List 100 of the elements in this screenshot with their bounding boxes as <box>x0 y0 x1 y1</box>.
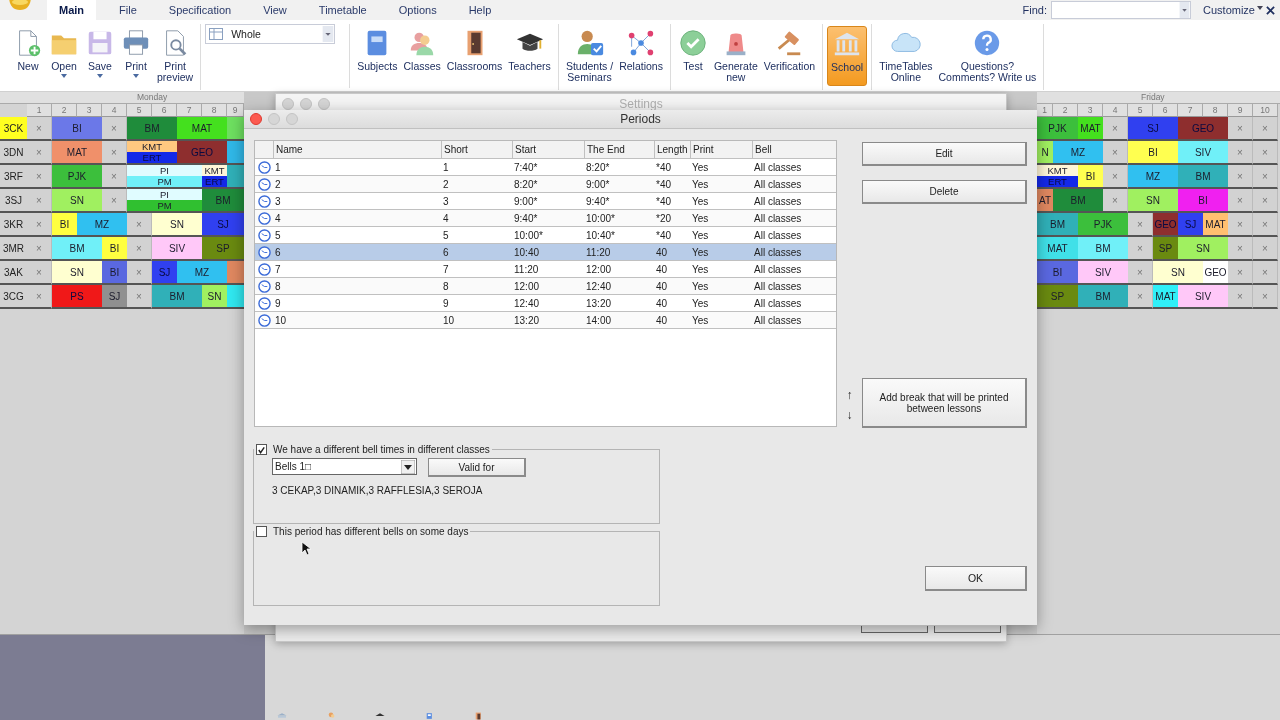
lesson-card[interactable]: MZ <box>77 213 127 237</box>
toolbar-button[interactable]: Print preview <box>154 26 197 86</box>
toolbar-button[interactable]: Relations <box>616 26 666 86</box>
caret-icon[interactable] <box>61 74 67 78</box>
lesson-card[interactable]: SN <box>1178 237 1228 261</box>
lesson-card[interactable]: SIV <box>1178 285 1228 309</box>
lesson-card[interactable] <box>227 285 244 309</box>
lesson-card[interactable]: MAT <box>1078 117 1103 141</box>
lesson-card[interactable]: MZ <box>1053 141 1103 165</box>
lesson-card[interactable]: BI <box>1178 189 1228 213</box>
lesson-card[interactable]: GEO <box>1203 261 1228 285</box>
lesson-card[interactable]: SIV <box>1178 141 1228 165</box>
lesson-card[interactable]: MZ <box>177 261 227 285</box>
column-header[interactable]: The End <box>584 141 654 158</box>
toolbar-button[interactable]: Questions? Comments? Write us <box>935 26 1040 86</box>
lesson-card[interactable]: KMT <box>202 165 227 176</box>
toolbar-button[interactable]: Students / Seminars <box>562 26 617 86</box>
table-row[interactable]: 10 10 13:20 14:00 40 Yes All classes <box>255 312 836 329</box>
lesson-card[interactable] <box>227 165 244 189</box>
lesson-card[interactable]: SN <box>52 261 102 285</box>
lesson-card[interactable]: BI <box>102 237 127 261</box>
lesson-card[interactable]: SN <box>152 213 202 237</box>
toolbar-button[interactable]: School <box>827 26 868 86</box>
dialog-button[interactable] <box>934 626 1001 633</box>
menu-tab[interactable]: Main <box>47 0 97 20</box>
dialog-button[interactable]: Edit <box>862 142 1027 166</box>
lesson-card[interactable]: SP <box>1153 237 1178 261</box>
lesson-card[interactable]: SN <box>1128 189 1178 213</box>
caret-icon[interactable] <box>97 74 103 78</box>
bells-dropdown[interactable]: Bells 1□ <box>272 458 417 475</box>
lesson-card[interactable]: BI <box>1078 165 1103 189</box>
menu-tab[interactable]: Options <box>389 0 446 20</box>
table-row[interactable]: 6 6 10:40 11:20 40 Yes All classes <box>255 244 836 261</box>
close-icon[interactable] <box>1266 5 1275 15</box>
toolbar-button[interactable]: TimeTables Online <box>876 26 936 86</box>
toolbar-button[interactable]: Classrooms <box>443 26 506 86</box>
toolbar-button[interactable]: Subjects <box>354 26 401 86</box>
lesson-card[interactable]: KMT <box>127 141 177 152</box>
dialog-button[interactable] <box>861 626 928 633</box>
lesson-card[interactable]: MAT <box>177 117 227 141</box>
lesson-card[interactable]: N <box>1037 141 1053 165</box>
move-arrow[interactable]: ↑ <box>846 388 853 402</box>
lesson-card[interactable]: SP <box>202 237 244 261</box>
caret-icon[interactable] <box>1257 6 1263 10</box>
move-arrow[interactable]: ↓ <box>846 408 853 422</box>
lesson-card[interactable]: BI <box>1037 261 1078 285</box>
lesson-card[interactable]: SJ <box>102 285 127 309</box>
lesson-card[interactable]: AT <box>1037 189 1053 213</box>
lesson-card[interactable]: PM <box>127 200 202 211</box>
lesson-card[interactable]: BM <box>202 189 244 213</box>
toolbar-button[interactable]: Verification <box>760 26 819 86</box>
table-row[interactable]: 8 8 12:00 12:40 40 Yes All classes <box>255 278 836 295</box>
menu-tab[interactable]: Timetable <box>309 0 376 20</box>
column-header[interactable]: Short <box>441 141 512 158</box>
lesson-card[interactable]: SIV <box>1078 261 1128 285</box>
table-row[interactable]: 4 4 9:40* 10:00* *20 Yes All classes <box>255 210 836 227</box>
lesson-card[interactable] <box>227 141 244 165</box>
toolbar-button[interactable]: Test <box>674 26 711 86</box>
lesson-card[interactable]: BM <box>1078 285 1128 309</box>
toolbar-button[interactable]: Generate new <box>710 26 761 86</box>
menu-tab[interactable]: View <box>254 0 296 20</box>
lesson-card[interactable]: KMT <box>1037 165 1078 176</box>
lesson-card[interactable]: PS <box>52 285 102 309</box>
lesson-card[interactable]: PI <box>127 189 202 200</box>
table-row[interactable]: 2 2 8:20* 9:00* *40 Yes All classes <box>255 176 836 193</box>
lesson-card[interactable]: SP <box>1037 285 1078 309</box>
lesson-card[interactable]: MAT <box>1203 213 1228 237</box>
lesson-card[interactable]: SN <box>52 189 102 213</box>
valid-for-button[interactable]: Valid for <box>428 458 526 477</box>
lesson-card[interactable]: PI <box>127 165 202 176</box>
lesson-card[interactable]: BM <box>152 285 202 309</box>
lesson-card[interactable]: MAT <box>1037 237 1078 261</box>
lesson-card[interactable]: BI <box>52 213 77 237</box>
toolbar-button[interactable]: Open <box>46 26 82 86</box>
lesson-card[interactable]: BI <box>1128 141 1178 165</box>
menu-tab[interactable]: File <box>110 0 146 20</box>
ok-button[interactable]: OK <box>925 566 1027 591</box>
lesson-card[interactable] <box>227 117 244 141</box>
lesson-card[interactable]: SN <box>1153 261 1203 285</box>
dialog-button[interactable]: Delete <box>862 180 1027 204</box>
column-header[interactable]: Bell <box>752 141 824 158</box>
lesson-card[interactable]: BM <box>52 237 102 261</box>
checkbox[interactable] <box>256 444 267 455</box>
lesson-card[interactable] <box>227 261 244 285</box>
lesson-card[interactable]: MAT <box>52 141 102 165</box>
lesson-card[interactable]: MAT <box>1153 285 1178 309</box>
lesson-card[interactable]: BI <box>102 261 127 285</box>
checkbox[interactable] <box>256 526 267 537</box>
add-break-button[interactable]: Add break that will be printed between lessons <box>862 378 1027 428</box>
lesson-card[interactable]: BM <box>1037 213 1078 237</box>
caret-icon[interactable] <box>133 74 139 78</box>
column-header[interactable]: Print <box>690 141 752 158</box>
lesson-card[interactable]: PM <box>127 176 202 187</box>
lesson-card[interactable]: PJK <box>1078 213 1128 237</box>
toolbar-button[interactable]: Classes <box>400 26 444 86</box>
lesson-card[interactable]: SIV <box>152 237 202 261</box>
view-dropdown[interactable]: Whole <box>205 24 336 44</box>
lesson-card[interactable]: SN <box>202 285 227 309</box>
toolbar-button[interactable]: New <box>10 26 46 86</box>
lesson-card[interactable]: BM <box>1178 165 1228 189</box>
